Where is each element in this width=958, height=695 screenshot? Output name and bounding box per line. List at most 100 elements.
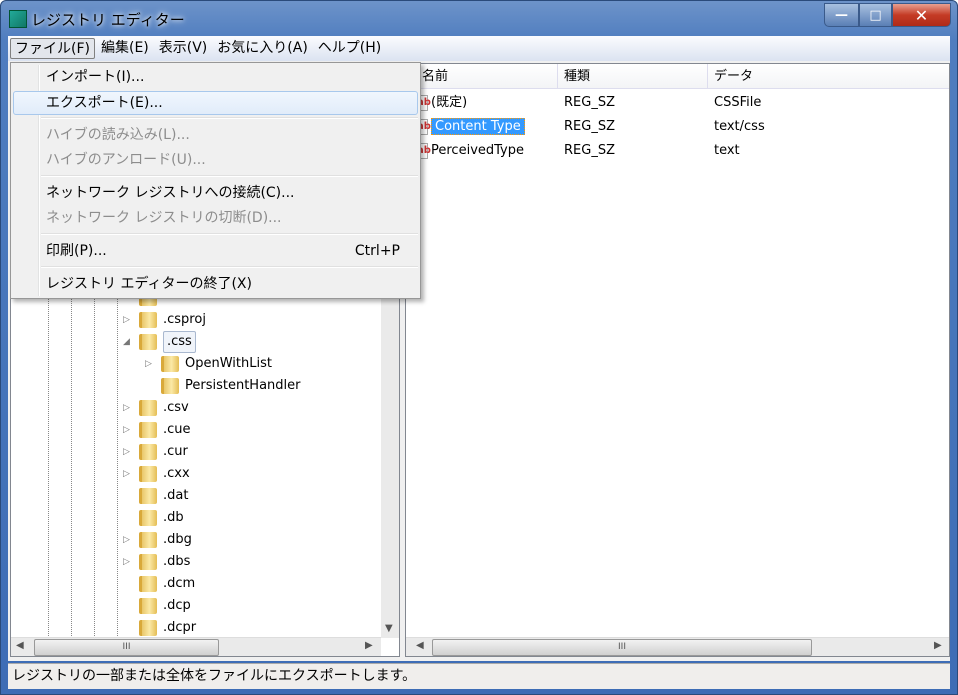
- folder-icon: [139, 312, 157, 328]
- tree-item-label: .dbg: [163, 532, 192, 547]
- maximize-button[interactable]: □: [859, 3, 892, 27]
- menu-file[interactable]: ファイル(F): [10, 38, 95, 59]
- tree-item-label: PersistentHandler: [185, 378, 301, 393]
- menu-item-label: ネットワーク レジストリへの接続(C)...: [46, 185, 295, 201]
- expand-toggle-icon[interactable]: ▷: [123, 398, 133, 418]
- expand-toggle-icon[interactable]: ▷: [123, 530, 133, 550]
- tree-item[interactable]: ▷ .cur: [123, 442, 188, 462]
- tree-item-label: .cue: [163, 422, 191, 437]
- tree-item-label: .dbs: [163, 554, 191, 569]
- column-name[interactable]: 名前: [416, 64, 558, 89]
- tree-item[interactable]: .dcpr: [123, 618, 196, 638]
- close-button[interactable]: ✕: [892, 3, 951, 27]
- scroll-thumb[interactable]: III: [34, 639, 219, 656]
- tree-item[interactable]: .dcp: [123, 596, 191, 616]
- value-type: REG_SZ: [564, 143, 615, 158]
- folder-icon: [161, 356, 179, 372]
- expand-toggle-icon[interactable]: ▷: [123, 552, 133, 572]
- expand-toggle-icon[interactable]: ▷: [123, 420, 133, 440]
- value-row[interactable]: ab Content Type: [416, 116, 525, 138]
- tree-item-label: .csproj: [163, 312, 206, 327]
- menu-separator: [41, 266, 418, 268]
- tree-item[interactable]: .db: [123, 508, 184, 528]
- expand-toggle-icon[interactable]: ▷: [123, 442, 133, 462]
- folder-icon: [139, 444, 157, 460]
- tree-item[interactable]: ▷ .dbg: [123, 530, 192, 550]
- tree-item-label: .dat: [163, 488, 189, 503]
- expand-toggle-icon[interactable]: ▷: [123, 310, 133, 330]
- expand-toggle-icon[interactable]: ▷: [123, 464, 133, 484]
- menu-item[interactable]: エクスポート(E)...: [13, 91, 418, 115]
- folder-icon: [139, 400, 157, 416]
- value-row[interactable]: abPerceivedType: [416, 140, 524, 162]
- menu-item-label: 印刷(P)...: [46, 243, 107, 259]
- menu-edit[interactable]: 編集(E): [97, 38, 153, 59]
- tree-item-label: .css: [163, 331, 196, 353]
- tree-item[interactable]: .dcm: [123, 574, 195, 594]
- tree-item[interactable]: ▷ .dbs: [123, 552, 190, 572]
- scroll-thumb[interactable]: III: [432, 639, 812, 656]
- folder-icon: [139, 334, 157, 350]
- tree-item[interactable]: ▷ OpenWithList: [145, 354, 272, 374]
- menu-item-label: ハイブのアンロード(U)...: [46, 152, 206, 168]
- menu-view[interactable]: 表示(V): [155, 38, 212, 59]
- regedit-app-icon: [9, 10, 27, 28]
- folder-icon: [139, 554, 157, 570]
- menu-separator: [41, 117, 418, 119]
- menu-separator: [41, 175, 418, 177]
- tree-item-label: OpenWithList: [185, 356, 272, 371]
- menu-item[interactable]: ネットワーク レジストリへの接続(C)...: [13, 181, 418, 205]
- value-type: REG_SZ: [564, 95, 615, 110]
- scroll-down-arrow-icon[interactable]: ▼: [385, 623, 393, 634]
- folder-icon: [139, 422, 157, 438]
- menu-help[interactable]: ヘルプ(H): [314, 38, 385, 59]
- tree-horizontal-scrollbar[interactable]: ◀ III ▶: [11, 637, 381, 656]
- menu-item: ハイブのアンロード(U)...: [13, 148, 418, 172]
- tree-item[interactable]: ▷ .csproj: [123, 310, 206, 330]
- status-bar: レジストリの一部または全体をファイルにエクスポートします。: [8, 663, 950, 689]
- value-data: CSSFile: [714, 95, 762, 110]
- menu-favorites[interactable]: お気に入り(A): [213, 38, 312, 59]
- tree-item[interactable]: ▷ .cxx: [123, 464, 190, 484]
- minimize-button[interactable]: —: [824, 3, 859, 27]
- scroll-right-arrow-icon[interactable]: ▶: [934, 640, 942, 651]
- column-type[interactable]: 種類: [558, 64, 708, 89]
- folder-icon: [139, 466, 157, 482]
- menu-item[interactable]: レジストリ エディターの終了(X): [13, 272, 418, 296]
- folder-icon: [139, 598, 157, 614]
- menu-item[interactable]: 印刷(P)... Ctrl+P: [13, 239, 418, 263]
- window-title: レジストリ エディター: [31, 11, 185, 29]
- values-horizontal-scrollbar[interactable]: ◀ III ▶: [406, 637, 949, 656]
- menu-item-label: ネットワーク レジストリの切断(D)...: [46, 210, 282, 226]
- expand-toggle-icon[interactable]: ▷: [145, 354, 155, 374]
- tree-item[interactable]: .dat: [123, 486, 188, 506]
- scroll-left-arrow-icon[interactable]: ◀: [16, 640, 24, 651]
- tree-item-label: .cxx: [163, 466, 190, 481]
- menu-item-label: レジストリ エディターの終了(X): [46, 276, 252, 292]
- folder-icon: [139, 532, 157, 548]
- menu-item: ハイブの読み込み(L)...: [13, 123, 418, 147]
- tree-item[interactable]: ◢ .css: [123, 331, 196, 353]
- value-data: text/css: [714, 119, 765, 134]
- tree-item[interactable]: ▷ .cue: [123, 420, 191, 440]
- tree-item-label: .db: [163, 510, 184, 525]
- tree-item-label: .csv: [163, 400, 189, 415]
- folder-icon: [139, 620, 157, 636]
- scroll-left-arrow-icon[interactable]: ◀: [416, 640, 424, 651]
- value-list[interactable]: 名前 種類 データ ab(既定) REG_SZ CSSFile ab Content…: [405, 63, 950, 657]
- tree-item[interactable]: PersistentHandler: [145, 376, 301, 396]
- tree-item-label: .dcp: [163, 598, 191, 613]
- expand-toggle-icon[interactable]: ◢: [123, 332, 133, 352]
- file-menu-dropdown: インポート(I)... エクスポート(E)... ハイブの読み込み(L)... ハイブ…: [10, 62, 421, 299]
- menu-item[interactable]: インポート(I)...: [13, 65, 418, 89]
- tree-item-label: .dcm: [163, 576, 196, 591]
- value-data: text: [714, 143, 740, 158]
- column-header: 名前 種類 データ: [406, 64, 949, 89]
- value-row[interactable]: ab(既定): [416, 92, 467, 114]
- folder-icon: [161, 378, 179, 394]
- tree-item[interactable]: ▷ .csv: [123, 398, 189, 418]
- menu-shortcut: Ctrl+P: [354, 243, 400, 259]
- column-data[interactable]: データ: [708, 64, 951, 89]
- value-name: Content Type: [431, 118, 525, 135]
- scroll-right-arrow-icon[interactable]: ▶: [365, 640, 373, 651]
